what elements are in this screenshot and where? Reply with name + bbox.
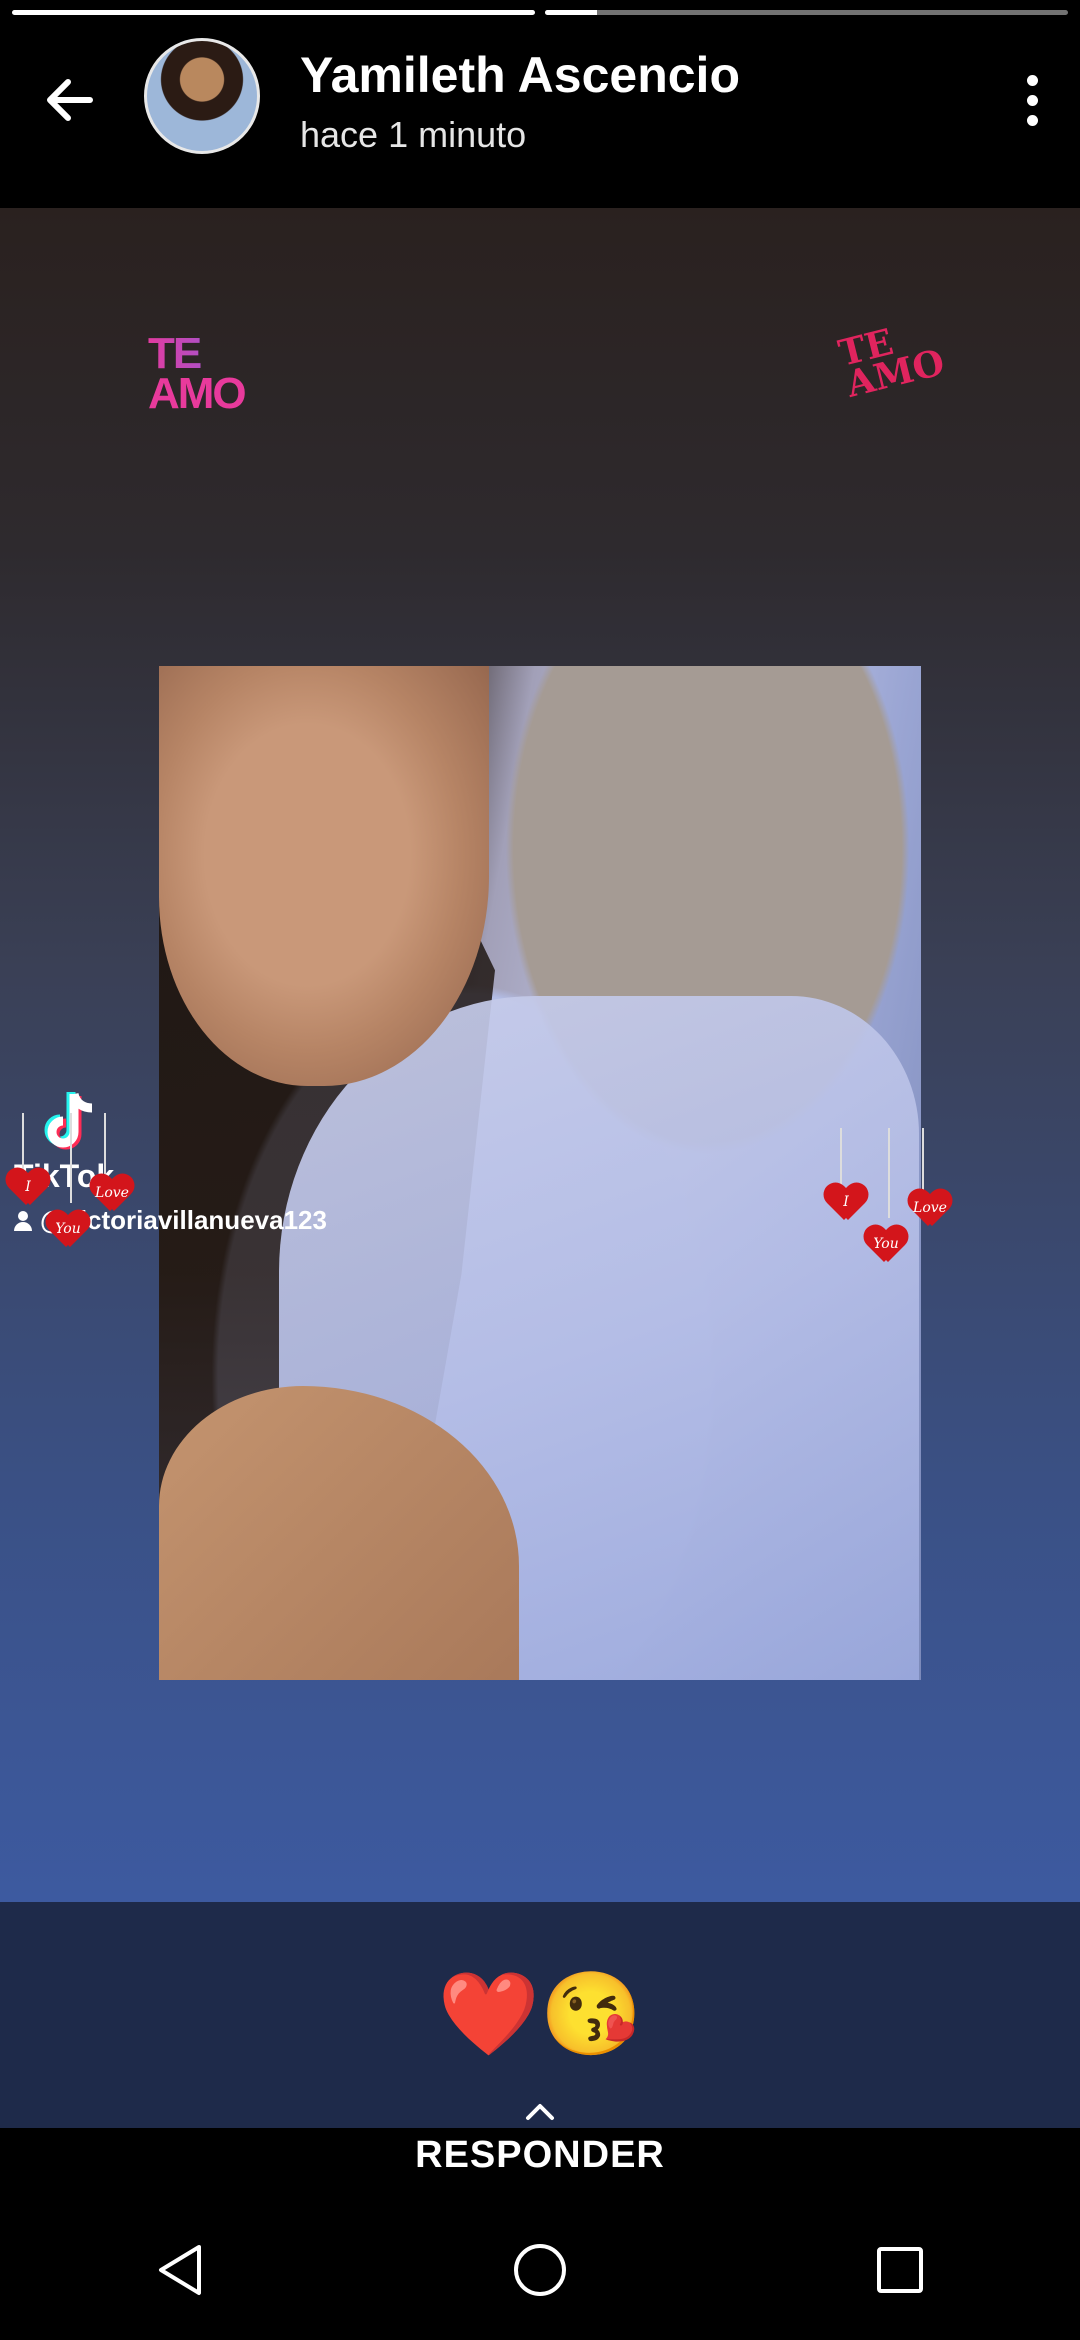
avatar[interactable] (144, 38, 260, 154)
more-vert-icon (1026, 74, 1038, 86)
heart-icon: I (6, 1169, 50, 1209)
reply-button[interactable]: RESPONDER (0, 2080, 1080, 2200)
story-timestamp: hace 1 minuto (300, 114, 527, 155)
story-content[interactable]: TE AMO TE AMO TikTok @victoriavillanueva… (0, 208, 1080, 1902)
story-progress (12, 10, 1068, 15)
te-amo-sticker-left: TE AMO (148, 329, 247, 418)
nav-back-button[interactable] (135, 2225, 225, 2315)
square-recents-icon (877, 2247, 923, 2293)
i-love-you-hearts-right: I Love You (818, 1128, 958, 1328)
author-name[interactable]: Yamileth Ascencio (300, 46, 740, 104)
i-love-you-hearts-left: I Love You (0, 1113, 140, 1313)
chevron-up-icon (526, 2104, 554, 2120)
progress-segment-2 (545, 10, 1068, 15)
back-button[interactable] (34, 64, 106, 136)
more-options-button[interactable] (1002, 62, 1062, 138)
system-nav-bar (0, 2200, 1080, 2340)
heart-icon: Love (90, 1175, 134, 1215)
progress-segment-1 (12, 10, 535, 15)
triangle-back-icon (159, 2245, 201, 2295)
arrow-left-icon (47, 79, 93, 121)
nav-recents-button[interactable] (855, 2225, 945, 2315)
heart-icon: Love (908, 1190, 952, 1230)
te-amo-sticker-right: TE AMO (834, 320, 949, 406)
heart-icon: You (864, 1226, 908, 1266)
heart-icon: I (824, 1184, 868, 1224)
reply-label: RESPONDER (415, 2134, 665, 2176)
circle-home-icon (514, 2244, 566, 2296)
story-header: Yamileth Ascencio hace 1 minuto (0, 0, 1080, 208)
heart-icon: You (46, 1211, 90, 1251)
nav-home-button[interactable] (495, 2225, 585, 2315)
